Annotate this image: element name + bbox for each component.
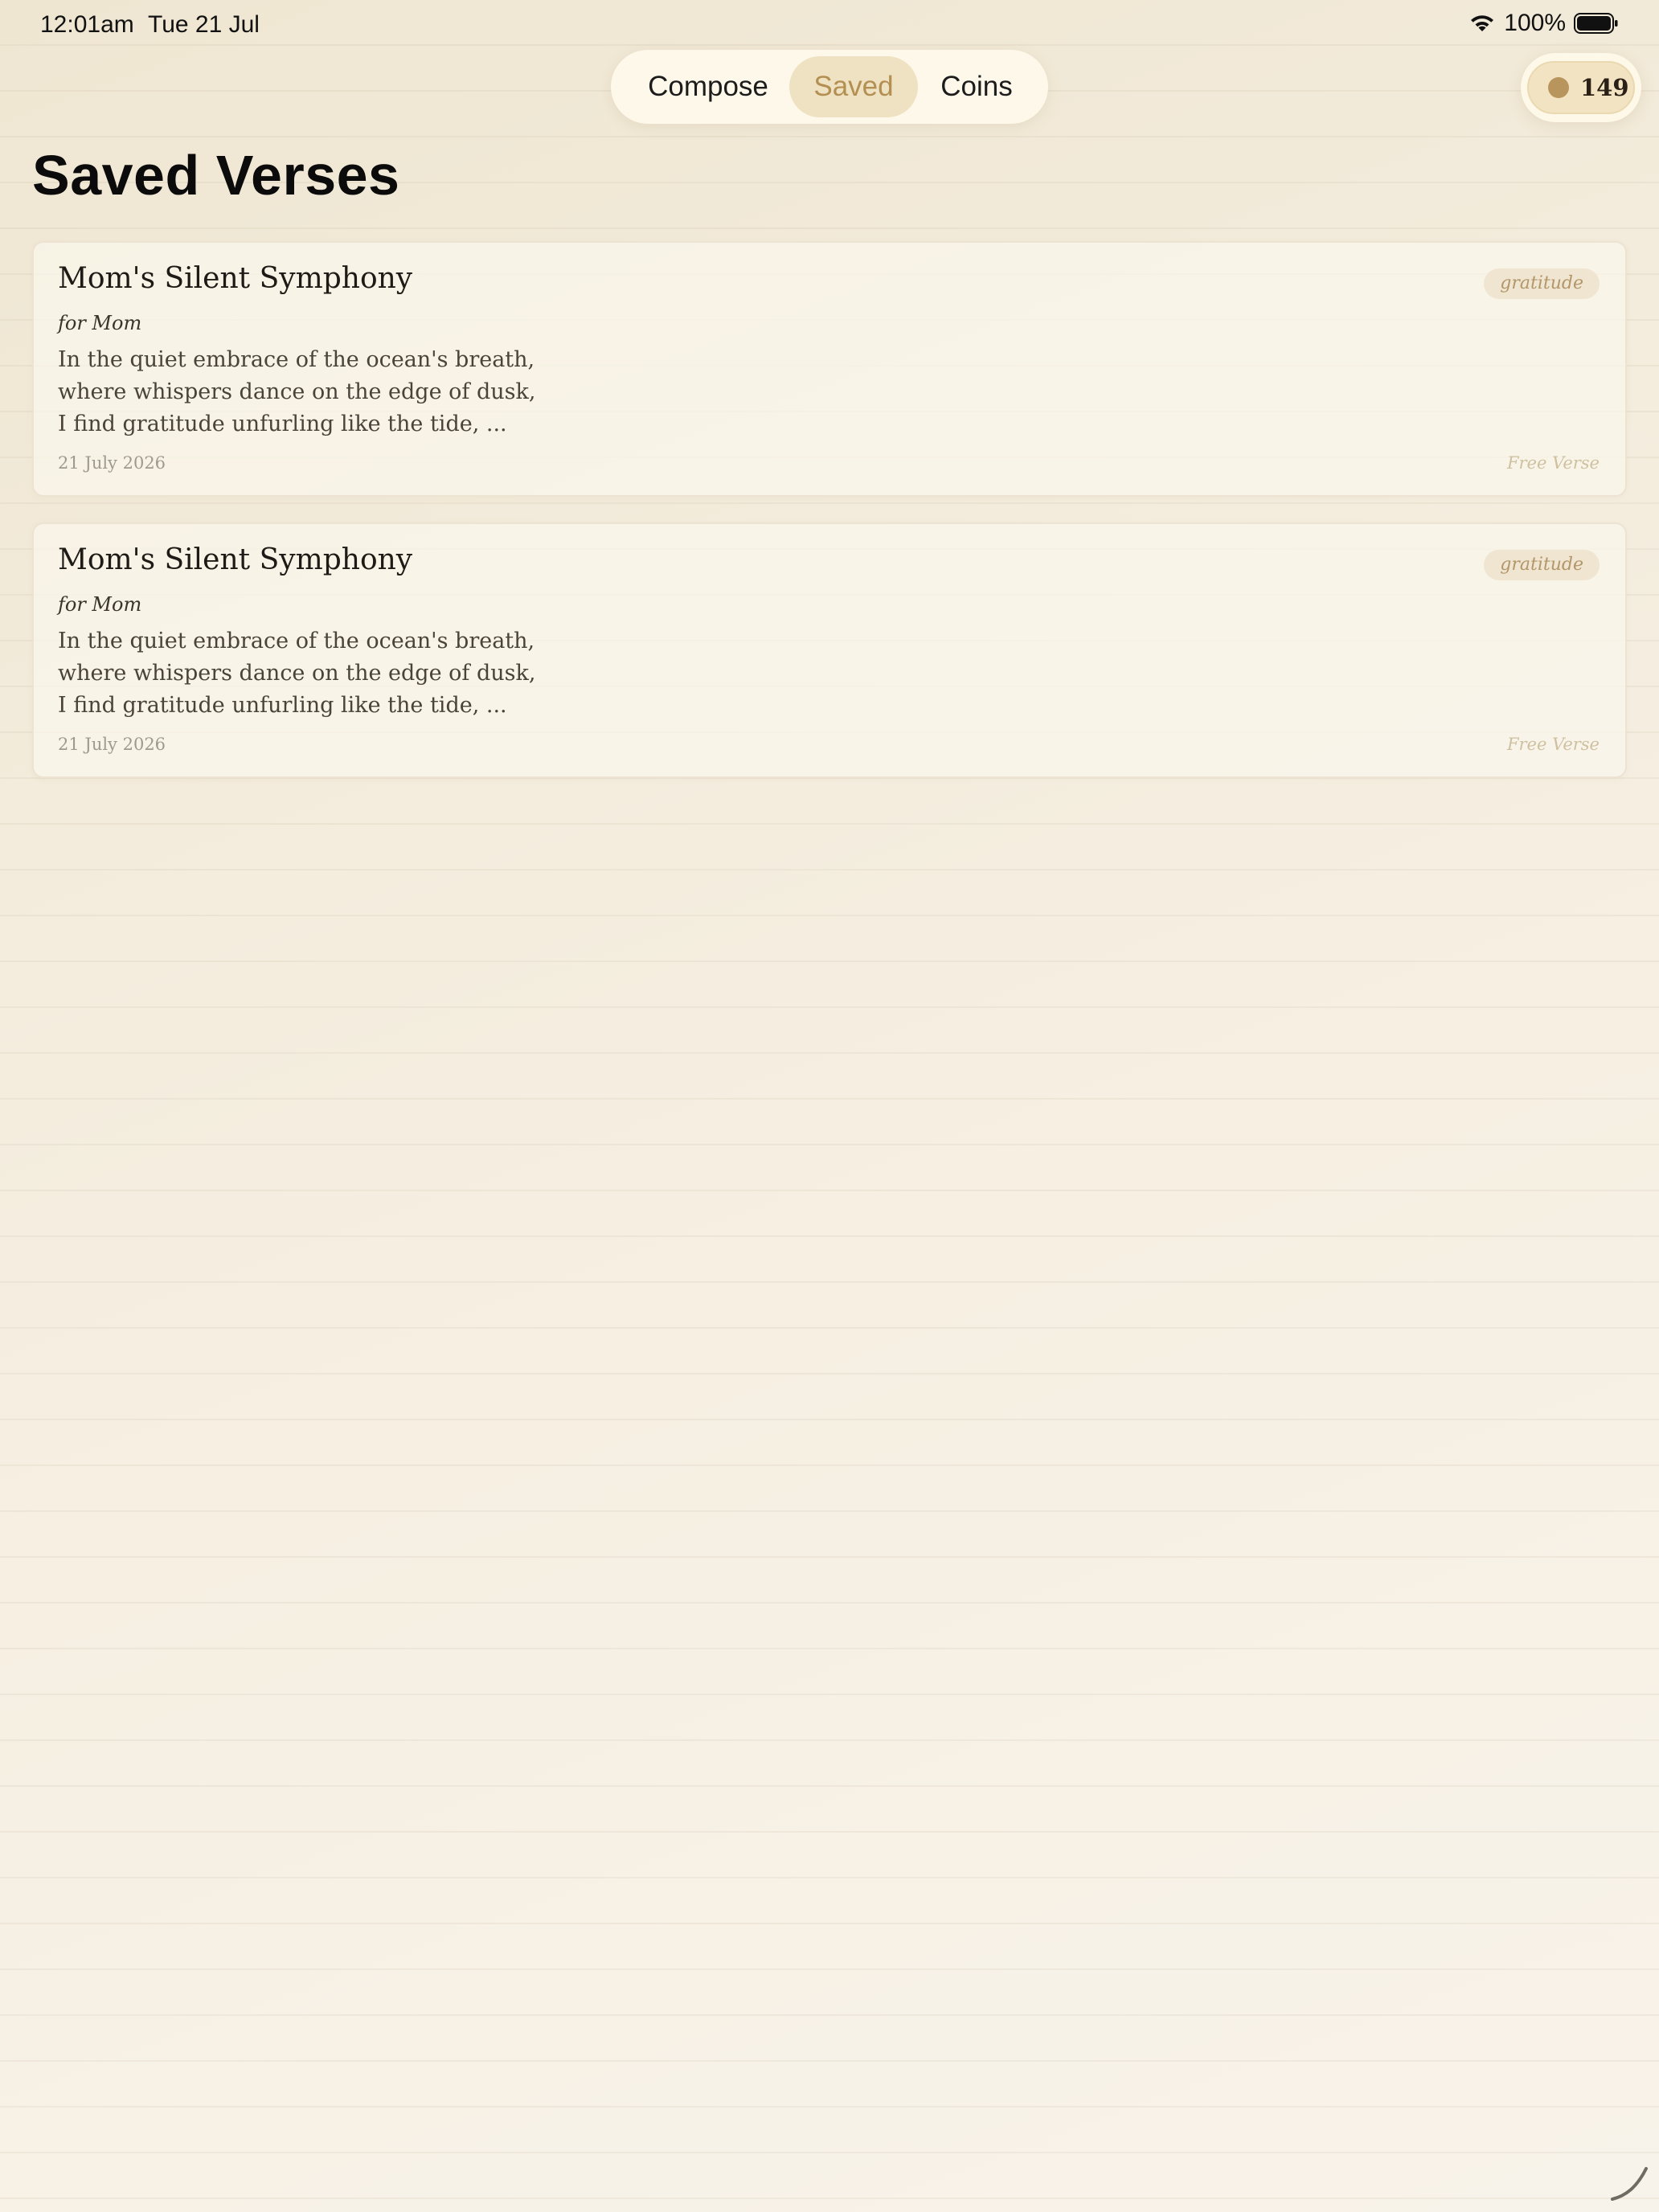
verse-line: In the quiet embrace of the ocean's brea… bbox=[58, 629, 535, 653]
verse-excerpt: In the quiet embrace of the ocean's brea… bbox=[58, 344, 535, 440]
verse-line: I find gratitude unfurling like the tide… bbox=[58, 693, 507, 718]
status-date: Tue 21 Jul bbox=[148, 11, 260, 38]
tab-compose[interactable]: Compose bbox=[624, 56, 793, 117]
verse-title: Mom's Silent Symphony bbox=[58, 543, 413, 576]
page-curl-icon[interactable] bbox=[1608, 2161, 1651, 2204]
verse-excerpt: In the quiet embrace of the ocean's brea… bbox=[58, 625, 535, 722]
verse-theme-tag: gratitude bbox=[1484, 268, 1600, 299]
verse-line: In the quiet embrace of the ocean's brea… bbox=[58, 347, 535, 372]
verse-recipient: for Mom bbox=[58, 312, 142, 334]
verse-form: Free Verse bbox=[1506, 735, 1600, 754]
battery-percentage: 100% bbox=[1504, 10, 1566, 36]
verse-recipient: for Mom bbox=[58, 593, 142, 616]
verse-theme-tag: gratitude bbox=[1484, 550, 1600, 580]
verse-card[interactable]: Mom's Silent Symphony gratitude for Mom … bbox=[32, 241, 1627, 497]
coin-balance-button[interactable]: 149 bbox=[1527, 61, 1635, 114]
verse-line: where whispers dance on the edge of dusk… bbox=[58, 661, 536, 686]
coin-count: 149 bbox=[1580, 74, 1629, 101]
page-title: Saved Verses bbox=[32, 144, 400, 207]
verse-line: I find gratitude unfurling like the tide… bbox=[58, 412, 507, 436]
tab-coins[interactable]: Coins bbox=[916, 56, 1037, 117]
status-indicators: 100% bbox=[1469, 10, 1619, 37]
verse-date: 21 July 2026 bbox=[58, 453, 166, 473]
verse-line: where whispers dance on the edge of dusk… bbox=[58, 379, 536, 404]
coin-balance-badge: 149 bbox=[1521, 53, 1641, 122]
verse-date: 21 July 2026 bbox=[58, 735, 166, 754]
coin-icon bbox=[1548, 77, 1569, 98]
tab-saved[interactable]: Saved bbox=[789, 56, 918, 117]
verse-title: Mom's Silent Symphony bbox=[58, 262, 413, 295]
status-time: 12:01am bbox=[40, 11, 134, 38]
battery-icon bbox=[1574, 13, 1618, 34]
wifi-icon bbox=[1471, 15, 1494, 31]
status-bar: 12:01am Tue 21 Jul 100% bbox=[0, 0, 1659, 51]
verse-card[interactable]: Mom's Silent Symphony gratitude for Mom … bbox=[32, 522, 1627, 778]
verse-form: Free Verse bbox=[1506, 453, 1600, 473]
tab-switcher: Compose Saved Coins bbox=[611, 50, 1048, 124]
